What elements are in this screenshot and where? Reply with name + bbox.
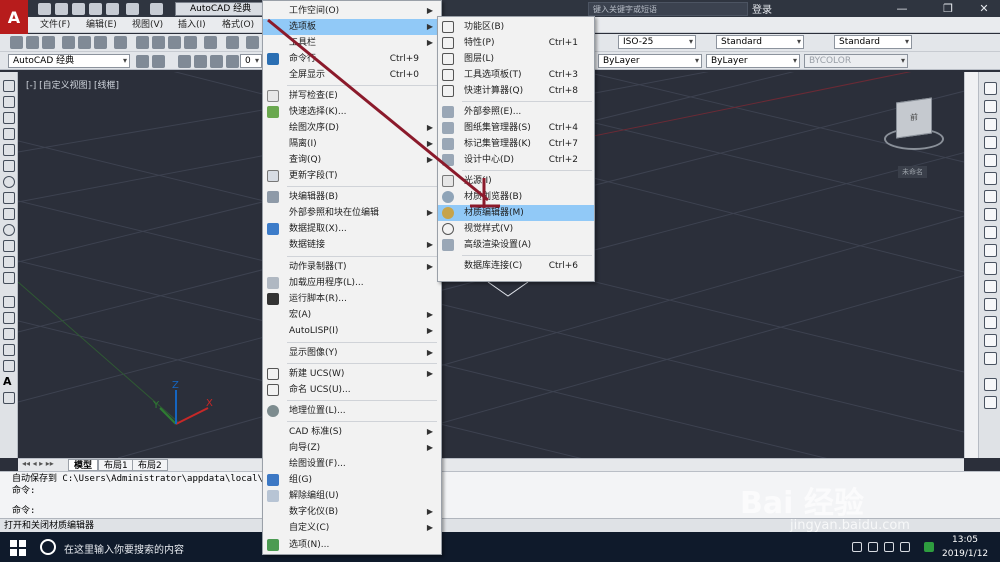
annotation-arrow [267,18,500,208]
